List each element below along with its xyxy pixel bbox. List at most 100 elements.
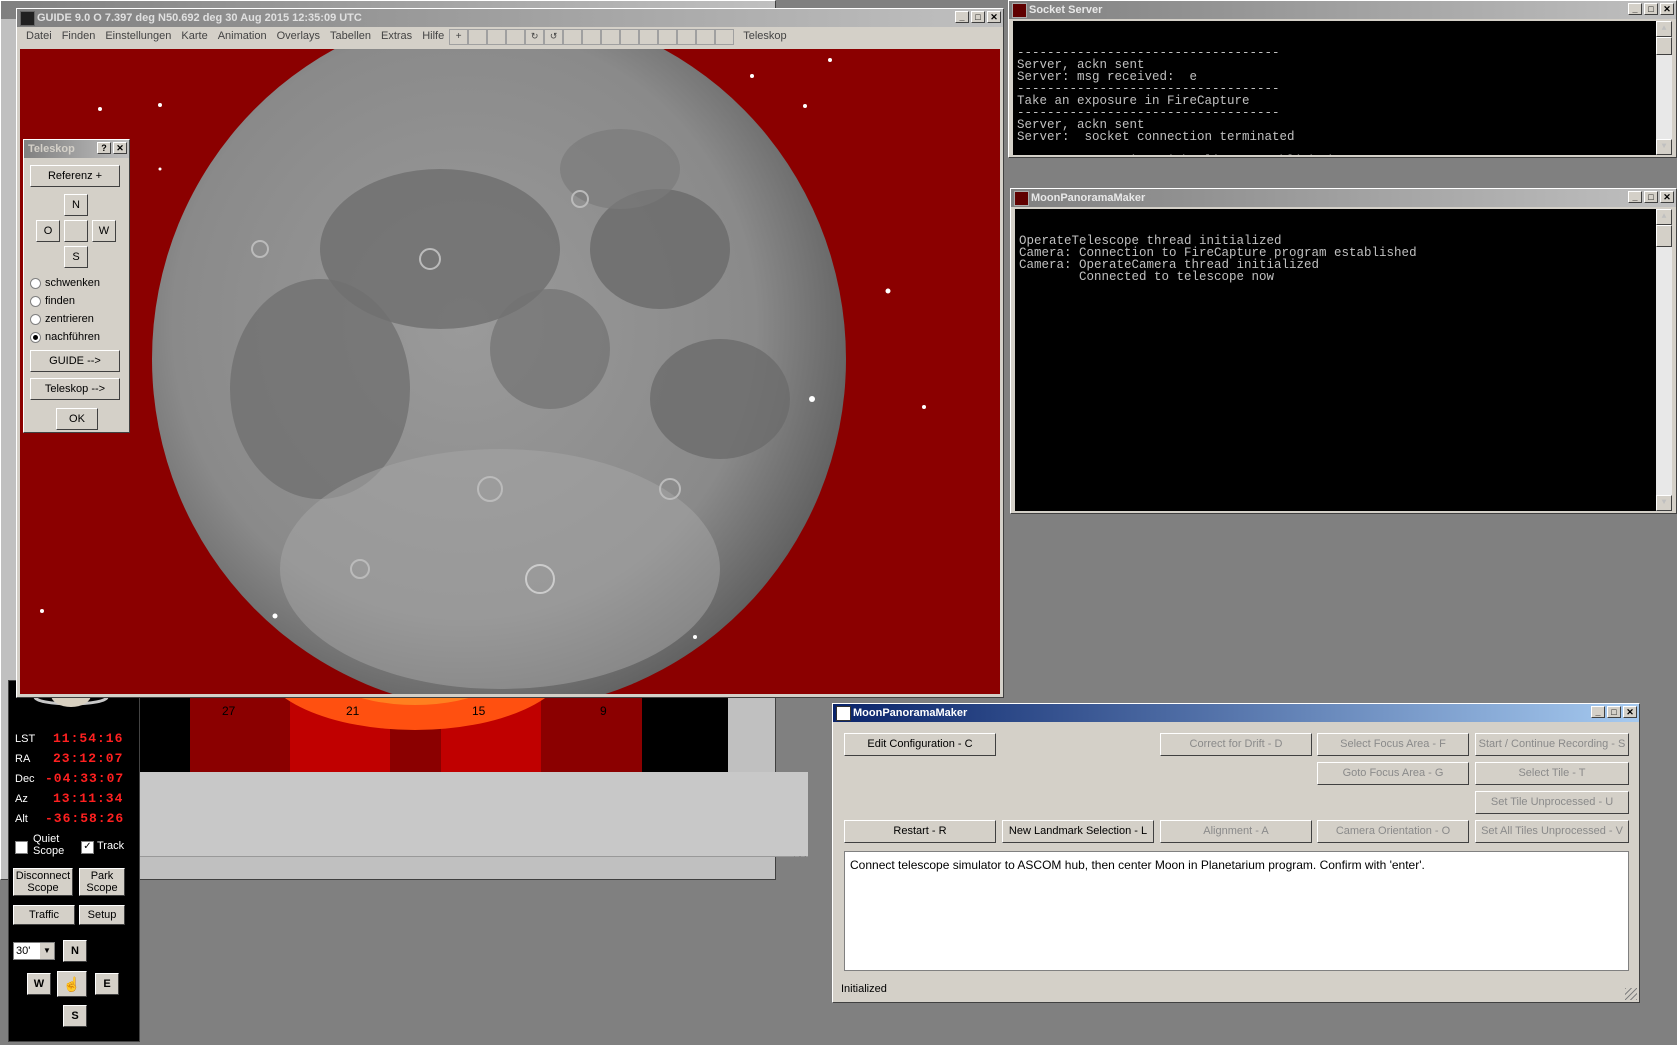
menu-datei[interactable]: Datei	[21, 27, 57, 45]
menu-overlays[interactable]: Overlays	[272, 27, 325, 45]
south-button[interactable]: S	[64, 246, 88, 268]
menu-finden[interactable]: Finden	[57, 27, 101, 45]
close-button[interactable]: ✕	[1660, 191, 1674, 203]
toolbar-button-3[interactable]	[487, 29, 507, 45]
north-button[interactable]: N	[64, 194, 88, 216]
north-button[interactable]: N	[63, 940, 87, 962]
radio-nachfuehren[interactable]: nachführen	[30, 331, 100, 343]
east-button[interactable]: O	[36, 220, 60, 242]
toolbar-button-2[interactable]	[468, 29, 488, 45]
rotate-icon[interactable]: ↻	[525, 29, 545, 45]
radio-schwenken[interactable]: schwenken	[30, 277, 100, 289]
traffic-button[interactable]: Traffic	[13, 905, 75, 925]
edit-configuration-button[interactable]: Edit Configuration - C	[844, 733, 996, 756]
scroll-thumb[interactable]	[1656, 225, 1672, 247]
west-button[interactable]: W	[92, 220, 116, 242]
setup-button[interactable]: Setup	[79, 905, 125, 925]
east-button[interactable]: E	[95, 973, 119, 995]
moon-map-graphic[interactable]	[20, 49, 1000, 694]
maximize-button[interactable]: □	[1644, 3, 1658, 15]
socket-server-console[interactable]: ----------------------------------- Serv…	[1013, 21, 1672, 155]
rate-select[interactable]: 30' ▼	[13, 942, 55, 960]
radio-circle	[30, 313, 41, 325]
close-button[interactable]: ✕	[113, 142, 127, 154]
start-recording-button[interactable]: Start / Continue Recording - S	[1475, 733, 1629, 756]
message-area[interactable]: Connect telescope simulator to ASCOM hub…	[844, 851, 1629, 971]
minimize-button[interactable]: _	[955, 11, 969, 23]
scroll-down-icon[interactable]: ▼	[1656, 495, 1672, 511]
radio-finden-label: finden	[45, 295, 75, 307]
dec-label: Dec	[15, 773, 35, 785]
toolbar-button-12[interactable]	[658, 29, 678, 45]
menu-karte[interactable]: Karte	[176, 27, 212, 45]
stop-button[interactable]	[64, 220, 88, 242]
west-button[interactable]: W	[27, 973, 51, 995]
radio-finden[interactable]: finden	[30, 295, 75, 307]
minimize-button[interactable]: _	[1628, 3, 1642, 15]
select-focus-area-button[interactable]: Select Focus Area - F	[1317, 733, 1469, 756]
sky-map[interactable]	[20, 49, 1000, 694]
rotate-ccw-icon[interactable]: ↺	[544, 29, 564, 45]
menu-animation[interactable]: Animation	[213, 27, 272, 45]
minimize-button[interactable]: _	[1628, 191, 1642, 203]
toolbar-button-10[interactable]	[620, 29, 640, 45]
toolbar-button-8[interactable]	[582, 29, 602, 45]
menu-einstellungen[interactable]: Einstellungen	[100, 27, 176, 45]
scroll-thumb[interactable]	[1656, 37, 1672, 55]
referenz-button[interactable]: Referenz +	[30, 165, 120, 187]
toolbar-button-13[interactable]	[677, 29, 697, 45]
restart-button[interactable]: Restart - R	[844, 820, 996, 843]
socket-server-titlebar: Socket Server _ □ ✕	[1009, 1, 1676, 19]
close-button[interactable]: ✕	[1623, 706, 1637, 718]
minimize-button[interactable]: _	[1591, 706, 1605, 718]
disconnect-scope-button[interactable]: Disconnect Scope	[13, 868, 73, 896]
correct-drift-button[interactable]: Correct for Drift - D	[1160, 733, 1312, 756]
set-all-tiles-unprocessed-button[interactable]: Set All Tiles Unprocessed - V	[1475, 820, 1629, 843]
toolbar-button-9[interactable]	[601, 29, 621, 45]
teleskop-forward-button[interactable]: Teleskop -->	[30, 378, 120, 400]
goto-focus-area-button[interactable]: Goto Focus Area - G	[1317, 762, 1469, 785]
scroll-down-icon[interactable]: ▼	[1656, 139, 1672, 155]
alignment-button[interactable]: Alignment - A	[1160, 820, 1312, 843]
ok-button[interactable]: OK	[56, 408, 98, 430]
help-button[interactable]: ?	[97, 142, 111, 154]
crosshair-icon[interactable]: +	[449, 29, 469, 45]
vertical-scrollbar[interactable]: ▲ ▼	[1656, 21, 1672, 155]
mpm-console-output-area[interactable]: OperateTelescope thread initialized Came…	[1015, 209, 1672, 511]
scroll-up-icon[interactable]: ▲	[1656, 21, 1672, 37]
radio-circle	[30, 277, 41, 289]
menu-tabellen[interactable]: Tabellen	[325, 27, 376, 45]
maximize-button[interactable]: □	[1607, 706, 1621, 718]
az-label: Az	[15, 793, 28, 805]
menu-teleskop[interactable]: Teleskop	[738, 27, 791, 45]
resize-grip[interactable]	[1625, 988, 1637, 1000]
south-button[interactable]: S	[63, 1005, 87, 1027]
toolbar-button-14[interactable]	[696, 29, 716, 45]
scroll-up-icon[interactable]: ▲	[1656, 209, 1672, 225]
toolbar-button-4[interactable]	[506, 29, 526, 45]
resize-grip[interactable]	[794, 856, 806, 868]
maximize-button[interactable]: □	[971, 11, 985, 23]
quiet-scope-checkbox[interactable]	[15, 841, 28, 854]
guide-forward-button[interactable]: GUIDE -->	[30, 350, 120, 372]
camera-orientation-button[interactable]: Camera Orientation - O	[1317, 820, 1469, 843]
toolbar-button-7[interactable]	[563, 29, 583, 45]
set-tile-unprocessed-button[interactable]: Set Tile Unprocessed - U	[1475, 791, 1629, 814]
maximize-button[interactable]: □	[1644, 191, 1658, 203]
toolbar-button-15[interactable]	[715, 29, 735, 45]
close-button[interactable]: ✕	[1660, 3, 1674, 15]
select-tile-button[interactable]: Select Tile - T	[1475, 762, 1629, 785]
pointer-hand-icon[interactable]: ☝	[57, 971, 87, 997]
track-checkbox[interactable]: ✓	[81, 841, 94, 854]
az-value: 13:11:34	[53, 791, 124, 806]
new-landmark-selection-button[interactable]: New Landmark Selection - L	[1002, 820, 1154, 843]
menu-hilfe[interactable]: Hilfe	[417, 27, 449, 45]
park-scope-button[interactable]: Park Scope	[79, 868, 125, 896]
mpm-gui-titlebar: MoonPanoramaMaker _ □ ✕	[833, 704, 1639, 722]
radio-circle	[30, 295, 41, 307]
close-button[interactable]: ✕	[987, 11, 1001, 23]
toolbar-button-11[interactable]	[639, 29, 659, 45]
menu-extras[interactable]: Extras	[376, 27, 417, 45]
vertical-scrollbar[interactable]: ▲ ▼	[1656, 209, 1672, 511]
radio-zentrieren[interactable]: zentrieren	[30, 313, 94, 325]
